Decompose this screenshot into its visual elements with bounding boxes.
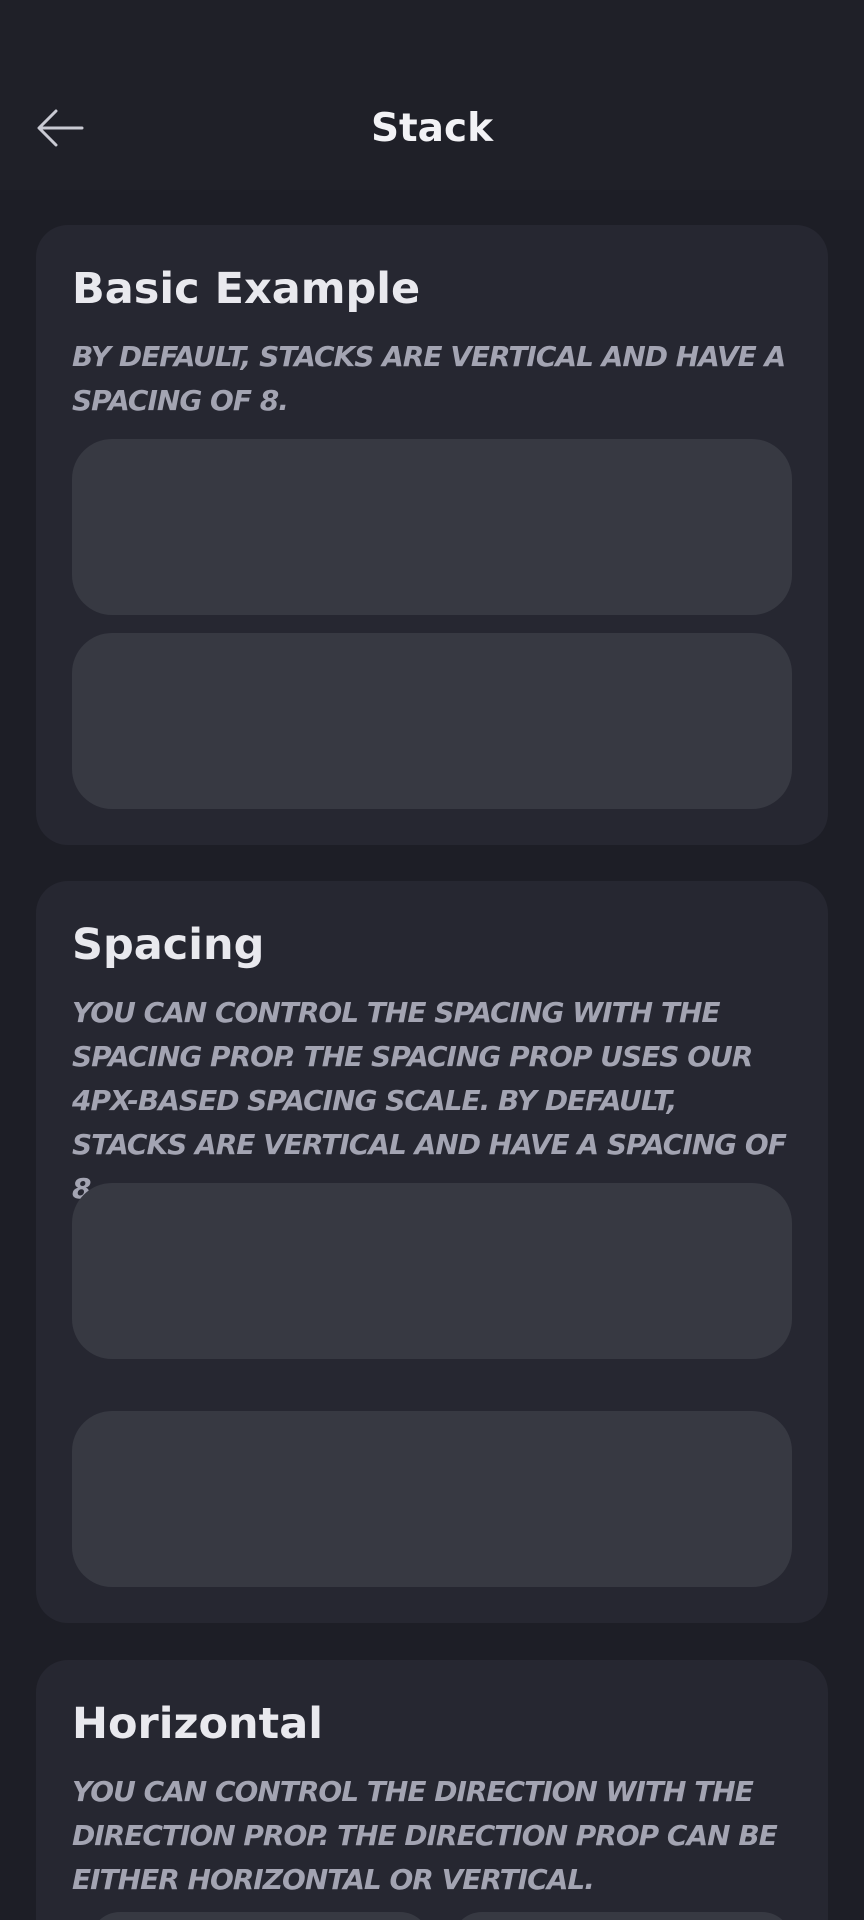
section-description: You can control the spacing with the spa… [72,996,787,1205]
stack-item-box [452,1912,792,1920]
section-title: Horizontal [72,1699,323,1749]
stack-item-box [72,633,792,809]
app-screen: Stack Basic Example By default, stacks a… [0,0,864,1920]
stack-item-box [72,1183,792,1359]
section-description: By default, stacks are vertical and have… [72,340,786,417]
section-card-basic-example: Basic Example By default, stacks are ver… [36,225,828,845]
section-card-horizontal: Horizontal You can control the direction… [36,1660,828,1920]
stack-item-box [72,439,792,615]
section-title: Basic Example [72,264,421,314]
top-app-bar: Stack [0,0,864,190]
stack-item-box [90,1912,430,1920]
page-title: Stack [370,106,494,151]
section-card-spacing: Spacing You can control the spacing with… [36,881,828,1623]
section-title: Spacing [72,920,265,970]
stack-item-box [72,1411,792,1587]
section-description: You can control the direction with the d… [72,1775,778,1896]
